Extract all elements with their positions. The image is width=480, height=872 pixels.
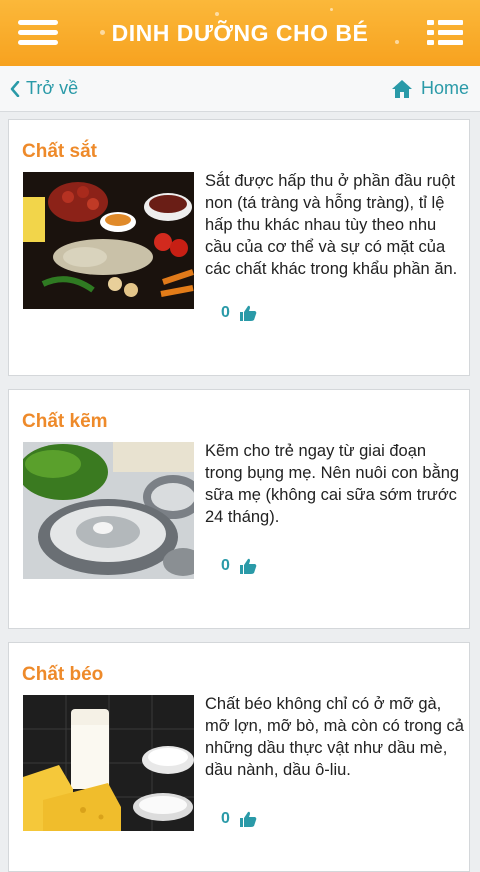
iron-foods-image bbox=[23, 172, 194, 309]
app-header: DINH DƯỠNG CHO BÉ bbox=[0, 0, 480, 66]
thumbs-up-icon bbox=[239, 811, 257, 827]
card-description: Kẽm cho trẻ ngay từ giai đoạn trong bụng… bbox=[205, 442, 460, 526]
card-description: Sắt được hấp thu ở phần đầu ruột non (tá… bbox=[205, 172, 458, 278]
back-label: Trở về bbox=[26, 78, 79, 98]
like-button[interactable]: 0 bbox=[221, 304, 257, 322]
card-title: Chất béo bbox=[22, 664, 104, 685]
home-label: Home bbox=[420, 78, 469, 98]
like-button[interactable]: 0 bbox=[221, 557, 257, 575]
header-decoration bbox=[330, 8, 333, 11]
like-button[interactable]: 0 bbox=[221, 810, 257, 828]
thumbs-up-icon bbox=[239, 305, 257, 321]
like-count: 0 bbox=[221, 810, 230, 827]
thumbs-up-icon bbox=[239, 558, 257, 574]
back-button[interactable]: Trở về bbox=[10, 78, 78, 99]
article-card-iron[interactable]: Chất sắt Sắt được hấp thu ở phần đầu ruộ… bbox=[8, 119, 470, 376]
page-title: DINH DƯỠNG CHO BÉ bbox=[111, 20, 369, 46]
card-title: Chất kẽm bbox=[22, 411, 108, 432]
header-decoration bbox=[215, 12, 219, 16]
like-count: 0 bbox=[221, 557, 230, 574]
article-card-fat[interactable]: Chất béo Chất béo không chỉ có ở mỡ gà, … bbox=[8, 642, 470, 872]
home-icon bbox=[391, 79, 412, 98]
like-count: 0 bbox=[221, 304, 230, 321]
home-button[interactable]: Home bbox=[391, 78, 469, 99]
list-menu-icon[interactable] bbox=[427, 20, 463, 46]
article-card-zinc[interactable]: Chất kẽm Kẽm cho trẻ ngay từ giai đoạn t… bbox=[8, 389, 470, 629]
oyster-image bbox=[23, 442, 194, 579]
dairy-image bbox=[23, 695, 194, 831]
card-description: Chất béo không chỉ có ở mỡ gà, mỡ lợn, m… bbox=[205, 695, 464, 779]
chevron-left-icon bbox=[10, 80, 20, 97]
card-title: Chất sắt bbox=[22, 141, 97, 162]
navigation-bar: Trở về Home bbox=[0, 66, 480, 112]
